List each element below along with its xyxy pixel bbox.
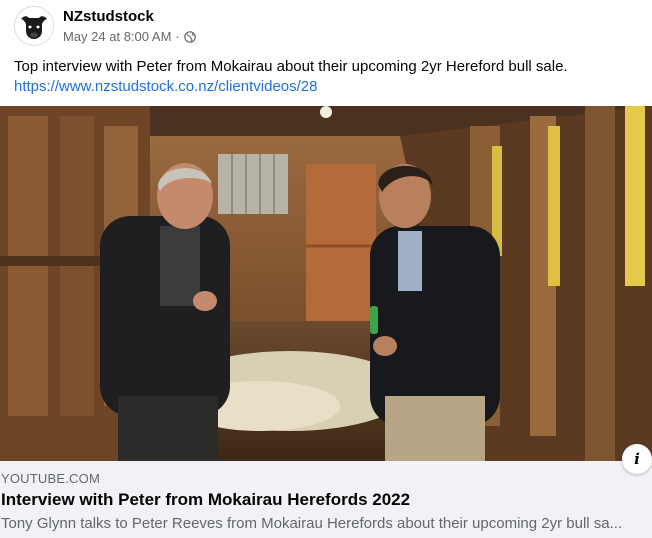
post-message: Top interview with Peter from Mokairau a… [14, 58, 568, 75]
video-preview-image [0, 106, 652, 461]
page-name[interactable]: NZstudstock [63, 7, 196, 26]
post-subline: May 24 at 8:00 AM · [63, 28, 196, 45]
post-body: Top interview with Peter from Mokairau a… [14, 57, 644, 97]
post-meta: NZstudstock May 24 at 8:00 AM · [63, 7, 196, 45]
link-preview-card[interactable]: YOUTUBE.COM Interview with Peter from Mo… [0, 461, 652, 538]
info-icon[interactable]: i [622, 444, 652, 474]
bull-logo-icon [16, 8, 52, 44]
link-title[interactable]: Interview with Peter from Mokairau Heref… [1, 489, 410, 511]
post-timestamp[interactable]: May 24 at 8:00 AM [63, 28, 171, 45]
post-header: NZstudstock May 24 at 8:00 AM · [14, 6, 196, 46]
post-link[interactable]: https://www.nzstudstock.co.nz/clientvide… [14, 77, 644, 97]
globe-icon[interactable] [183, 30, 196, 43]
link-description: Tony Glynn talks to Peter Reeves from Mo… [1, 515, 623, 532]
video-thumbnail[interactable] [0, 106, 652, 461]
separator: · [175, 29, 180, 44]
link-domain: YOUTUBE.COM [1, 471, 100, 486]
page-avatar[interactable] [14, 6, 54, 46]
